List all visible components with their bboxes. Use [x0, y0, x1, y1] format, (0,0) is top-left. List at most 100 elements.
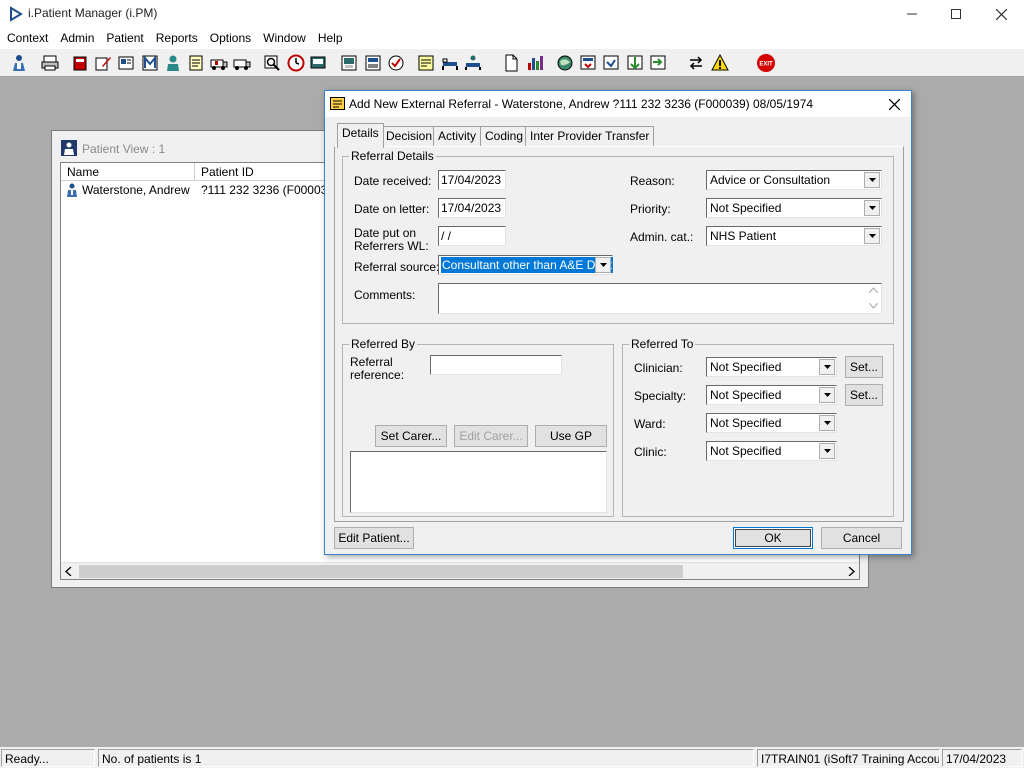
- tab-activity[interactable]: Activity: [433, 126, 482, 147]
- minimize-button[interactable]: [889, 0, 935, 28]
- referral-reference-field[interactable]: [430, 355, 562, 375]
- toolbar: EXIT: [0, 49, 1024, 77]
- referred-by-label: Referred By: [349, 337, 418, 351]
- comments-field[interactable]: [438, 283, 882, 314]
- toolbar-move-check-button[interactable]: [647, 52, 669, 74]
- menu-admin[interactable]: Admin: [54, 28, 100, 49]
- menu-window[interactable]: Window: [257, 28, 312, 49]
- chevron-down-icon: [823, 449, 831, 453]
- comments-scrollbar[interactable]: [866, 284, 881, 313]
- clinician-dropdown-button[interactable]: [819, 359, 835, 375]
- toolbar-document-button[interactable]: [500, 52, 522, 74]
- set-specialty-button[interactable]: Set...: [845, 384, 883, 406]
- patient-name-cell: Waterstone, Andrew: [82, 183, 190, 197]
- toolbar-bed-button[interactable]: [439, 52, 461, 74]
- dialog-close-button[interactable]: [877, 91, 911, 117]
- date-received-field[interactable]: 17/04/2023: [438, 170, 506, 190]
- toolbar-screen-button[interactable]: [307, 52, 329, 74]
- ok-button[interactable]: OK: [733, 527, 813, 549]
- scroll-down-icon[interactable]: [869, 303, 878, 309]
- date-on-letter-field[interactable]: 17/04/2023: [438, 198, 506, 218]
- menu-context[interactable]: Context: [1, 28, 54, 49]
- tab-details[interactable]: Details: [337, 123, 384, 148]
- toolbar-wheelchair-button[interactable]: [231, 52, 253, 74]
- menu-help[interactable]: Help: [312, 28, 349, 49]
- menu-reports[interactable]: Reports: [150, 28, 204, 49]
- toolbar-chart-button[interactable]: [524, 52, 546, 74]
- toolbar-search-button[interactable]: [261, 52, 283, 74]
- bed-icon: [442, 58, 458, 70]
- horizontal-scrollbar[interactable]: [61, 562, 859, 579]
- toolbar-patient-button[interactable]: [8, 52, 30, 74]
- specialty-select[interactable]: Not Specified: [706, 385, 837, 405]
- print-icon: [41, 55, 59, 71]
- toolbar-form-button[interactable]: [577, 52, 599, 74]
- use-gp-button[interactable]: Use GP: [535, 425, 607, 447]
- edit-patient-button[interactable]: Edit Patient...: [334, 527, 414, 549]
- admin-cat-select[interactable]: NHS Patient: [706, 226, 882, 246]
- column-header-name[interactable]: Name: [61, 163, 195, 181]
- cancel-button[interactable]: Cancel: [821, 527, 902, 549]
- chevron-down-icon: [823, 393, 831, 397]
- status-ready: Ready...: [1, 749, 95, 767]
- toolbar-transfer-button[interactable]: [600, 52, 622, 74]
- toolbar-card-button[interactable]: [115, 52, 137, 74]
- clinician-select[interactable]: Not Specified: [706, 357, 837, 377]
- date-put-on-referrers-wl-field[interactable]: / /: [438, 226, 506, 246]
- clinic-select[interactable]: Not Specified: [706, 441, 837, 461]
- toolbar-swap-button[interactable]: [685, 52, 707, 74]
- specialty-dropdown-button[interactable]: [819, 387, 835, 403]
- check-icon: [388, 55, 404, 71]
- toolbar-mail-button[interactable]: [139, 52, 161, 74]
- toolbar-check-button[interactable]: [385, 52, 407, 74]
- toolbar-globe-button[interactable]: [554, 52, 576, 74]
- exit-icon: EXIT: [757, 54, 775, 72]
- tab-coding[interactable]: Coding: [480, 126, 529, 147]
- referral-source-dropdown-button[interactable]: [595, 257, 611, 273]
- toolbar-warning-button[interactable]: [709, 52, 731, 74]
- toolbar-move-button[interactable]: [624, 52, 646, 74]
- set-clinician-button[interactable]: Set...: [845, 356, 883, 378]
- reason-select[interactable]: Advice or Consultation: [706, 170, 882, 190]
- toolbar-person-button[interactable]: [162, 52, 184, 74]
- priority-select[interactable]: Not Specified: [706, 198, 882, 218]
- menu-options[interactable]: Options: [204, 28, 257, 49]
- menu-patient[interactable]: Patient: [100, 28, 149, 49]
- reason-dropdown-button[interactable]: [864, 172, 880, 188]
- scroll-right-icon[interactable]: [847, 567, 855, 576]
- set-carer-button[interactable]: Set Carer...: [375, 425, 447, 447]
- toolbar-note-button[interactable]: [415, 52, 437, 74]
- toolbar-calendar-button[interactable]: [338, 52, 360, 74]
- scroll-left-icon[interactable]: [65, 567, 73, 576]
- referral-source-select[interactable]: Consultant other than A&E Dept: [438, 255, 615, 275]
- priority-dropdown-button[interactable]: [864, 200, 880, 216]
- minimize-icon: [907, 13, 917, 15]
- toolbar-print-button[interactable]: [39, 52, 61, 74]
- tab-decision[interactable]: Decision: [381, 126, 438, 147]
- tab-inter-provider-transfer[interactable]: Inter Provider Transfer: [525, 126, 655, 147]
- toolbar-book-button[interactable]: [69, 52, 91, 74]
- toolbar-ambulance-button[interactable]: [208, 52, 230, 74]
- clinic-dropdown-button[interactable]: [819, 443, 835, 459]
- chevron-down-icon: [823, 365, 831, 369]
- ward-dropdown-button[interactable]: [819, 415, 835, 431]
- dialog-title-bar: Add New External Referral - Waterstone, …: [325, 91, 911, 117]
- edit-carer-button[interactable]: Edit Carer...: [454, 425, 528, 447]
- exit-label: EXIT: [759, 62, 773, 68]
- scroll-up-icon[interactable]: [869, 287, 878, 293]
- toolbar-edit-patient-button[interactable]: [92, 52, 114, 74]
- maximize-button[interactable]: [933, 0, 979, 28]
- referred-to-group: Referred To Clinician: Not Specified Set…: [622, 337, 894, 517]
- toolbar-clock-button[interactable]: [285, 52, 307, 74]
- ward-select[interactable]: Not Specified: [706, 413, 837, 433]
- chart-icon: [528, 56, 543, 70]
- toolbar-notes-button[interactable]: [185, 52, 207, 74]
- specialty-label: Specialty:: [634, 389, 687, 403]
- toolbar-list-button[interactable]: [362, 52, 384, 74]
- toolbar-bed-person-button[interactable]: [462, 52, 484, 74]
- admin-cat-dropdown-button[interactable]: [864, 228, 880, 244]
- scrollbar-thumb[interactable]: [79, 565, 683, 578]
- close-button[interactable]: [978, 0, 1024, 28]
- toolbar-exit-button[interactable]: EXIT: [755, 52, 777, 74]
- mail-icon: [142, 55, 158, 71]
